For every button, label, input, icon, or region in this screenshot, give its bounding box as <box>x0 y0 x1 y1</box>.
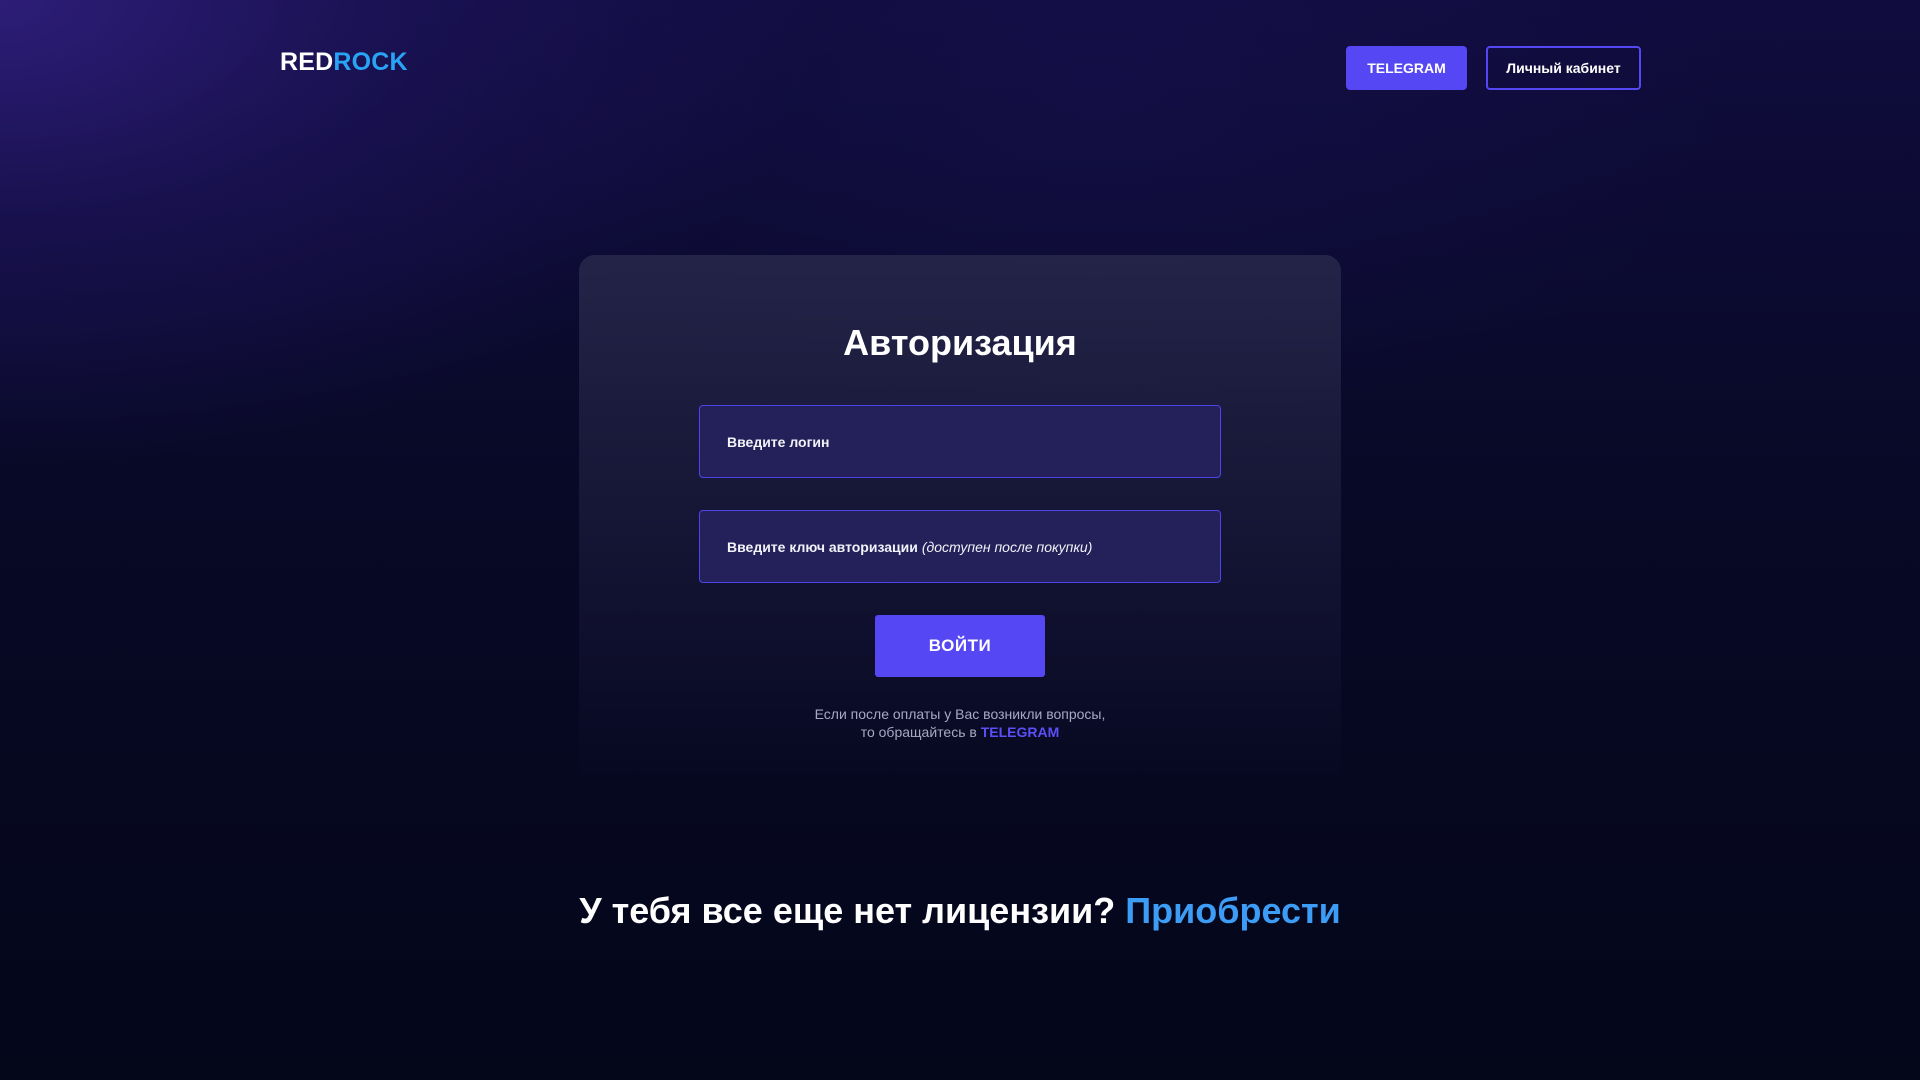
auth-title: Авторизация <box>843 322 1077 363</box>
support-note: Если после оплаты у Вас возникли вопросы… <box>579 705 1341 741</box>
buy-link[interactable]: Приобрести <box>1125 890 1341 931</box>
support-telegram-link[interactable]: TELEGRAM <box>981 724 1060 740</box>
auth-key-input[interactable]: Введите ключ авторизации (доступен после… <box>699 510 1221 583</box>
logo-red: RED <box>280 48 334 76</box>
logo-rock: ROCK <box>333 48 408 76</box>
support-note-line2: то обращайтесь в TELEGRAM <box>579 723 1341 741</box>
support-note-line1: Если после оплаты у Вас возникли вопросы… <box>814 706 1106 722</box>
auth-key-placeholder: Введите ключ авторизации <box>727 538 918 555</box>
login-button[interactable]: ВОЙТИ <box>875 615 1045 677</box>
logo[interactable]: REDROCK <box>280 46 408 78</box>
support-note-text: то обращайтесь в <box>860 724 977 740</box>
auth-card: Авторизация Введите логин Введите ключ а… <box>579 255 1341 785</box>
login-input[interactable]: Введите логин <box>699 405 1221 478</box>
telegram-button[interactable]: TELEGRAM <box>1346 46 1467 90</box>
login-placeholder: Введите логин <box>727 433 830 450</box>
personal-cabinet-button[interactable]: Личный кабинет <box>1486 46 1641 90</box>
license-question: У тебя все еще нет лицензии? <box>579 890 1116 931</box>
auth-key-hint: (доступен после покупки) <box>921 538 1093 555</box>
license-cta: У тебя все еще нет лицензии? Приобрести <box>0 886 1920 936</box>
